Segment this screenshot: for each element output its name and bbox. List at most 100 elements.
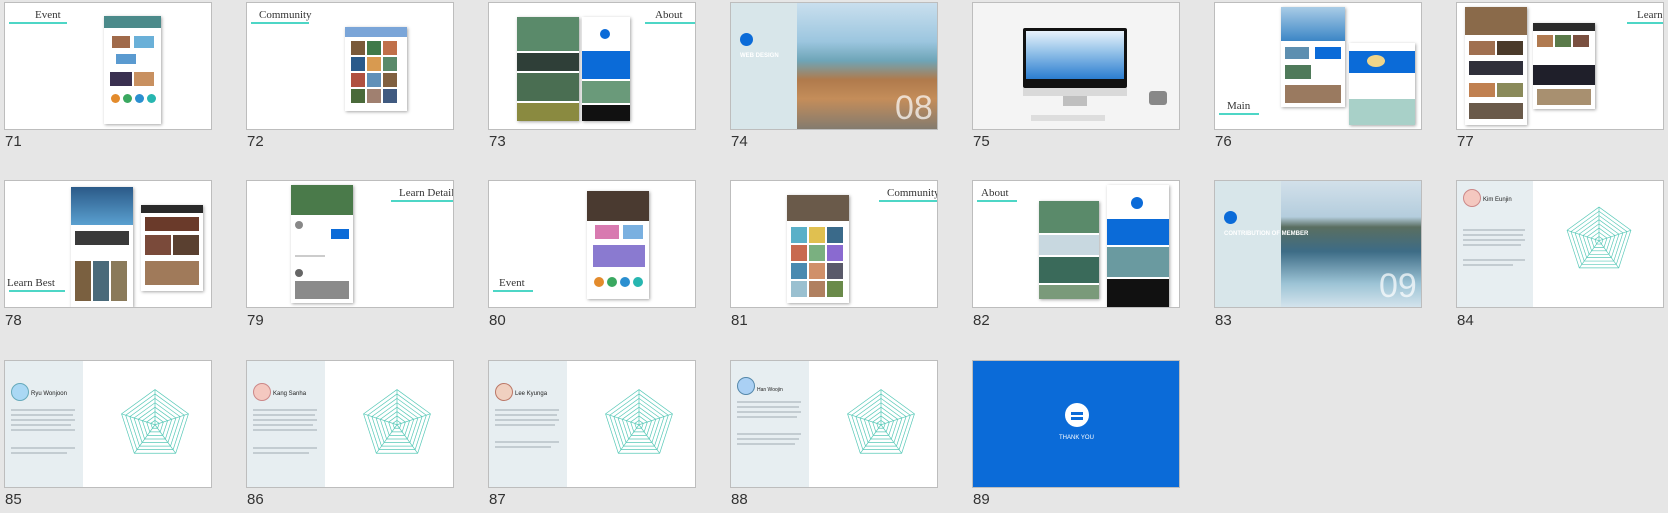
bio-line [253,409,317,411]
slide-85-thumbnail[interactable]: Ryu Wonjoon [4,360,212,488]
webpage-mockup-left [1281,7,1345,107]
bio-line [1463,234,1523,236]
slide-number: 86 [247,491,264,508]
slide-88-thumbnail[interactable]: Han Woojin [730,360,938,488]
bio-line [495,446,551,448]
slide-78-thumbnail[interactable]: Learn Best [4,180,212,308]
bio-line [737,406,799,408]
bio-line [253,429,317,431]
monitor-stand [1063,96,1087,106]
slide-81-thumbnail[interactable]: Community [730,180,938,308]
avatar [1463,189,1481,207]
monitor-chin [1023,88,1127,96]
webpage-mockup [104,16,161,124]
bio-line [11,414,73,416]
slide-73-thumbnail[interactable]: About [488,2,696,130]
section-title: WEB DESIGN [740,53,779,59]
title-underline [879,200,937,202]
slide-number: 82 [973,312,990,329]
bio-line [737,401,801,403]
bio-line [11,424,71,426]
slide-number: 73 [489,133,506,150]
avatar [253,383,271,401]
slide-80-thumbnail[interactable]: Event [488,180,696,308]
title-underline [977,200,1017,202]
bio-line [253,447,317,449]
section-number: 09 [1379,267,1417,305]
monitor-screen [1023,28,1127,88]
slide-number: 83 [1215,312,1232,329]
slide-number: 84 [1457,312,1474,329]
bio-line [495,419,559,421]
radar-chart-icon [121,389,189,454]
radar-chart-icon [605,389,673,454]
slide-number: 79 [247,312,264,329]
webpage-mockup [787,195,849,303]
slide-83-thumbnail[interactable]: CONTRIBUTION OF MEMBER 09 [1214,180,1422,308]
section-sidebar [731,3,797,129]
bio-line [1463,239,1525,241]
slide-title: About [655,9,683,21]
slide-76-thumbnail[interactable]: Main [1214,2,1422,130]
webpage-mockup-left [71,187,133,307]
bio-line [253,452,309,454]
slide-87-thumbnail[interactable]: Lee Kyunga [488,360,696,488]
slide-79-thumbnail[interactable]: Learn Detail [246,180,454,308]
member-name: Kim Eunjin [1483,197,1512,203]
slide-number: 72 [247,133,264,150]
slide-title: Learn Best [7,277,55,289]
slide-number: 81 [731,312,748,329]
slide-number: 74 [731,133,748,150]
title-underline [391,200,453,202]
webpage-mockup-left [1465,7,1527,125]
keyboard [1031,115,1105,121]
webpage-mockup-left [1039,201,1099,299]
plant-pot [1149,91,1167,105]
slide-74-thumbnail[interactable]: WEB DESIGN 08 [730,2,938,130]
slide-89-thumbnail[interactable]: THANK YOU [972,360,1180,488]
slide-number: 80 [489,312,506,329]
member-name: Kang Sanha [273,391,307,397]
webpage-mockup-right [582,17,630,121]
slide-title: Community [887,187,938,199]
title-underline [1627,22,1663,24]
bio-line [495,441,559,443]
radar-chart-icon [363,389,431,454]
bio-line [11,409,75,411]
slide-84-thumbnail[interactable]: Kim Eunjin [1456,180,1664,308]
slide-title: Event [35,9,61,21]
slide-title: About [981,187,1009,199]
title-underline [493,290,533,292]
member-name: Lee Kyunga [515,391,548,397]
title-underline [9,22,67,24]
webpage-mockup-right [1533,23,1595,109]
bio-line [737,438,799,440]
slide-77-thumbnail[interactable]: Learn [1456,2,1664,130]
slide-82-thumbnail[interactable]: About [972,180,1180,308]
title-underline [645,22,695,24]
member-name: Ryu Wonjoon [31,391,67,397]
bio-line [737,433,801,435]
webpage-mockup-right [1107,185,1169,307]
slide-title: Event [499,277,525,289]
slide-75-thumbnail[interactable] [972,2,1180,130]
slide-number: 76 [1215,133,1232,150]
slide-number: 78 [5,312,22,329]
avatar [737,377,755,395]
slide-71-thumbnail[interactable]: Event [4,2,212,130]
bio-line [11,447,75,449]
webpage-mockup-right [141,205,203,291]
slide-number: 71 [5,133,22,150]
slide-title: Learn Detail [399,187,454,199]
bio-line [253,419,317,421]
bio-line [737,416,797,418]
bio-line [737,411,801,413]
bio-line [11,419,75,421]
webpage-mockup [291,185,353,303]
section-title: CONTRIBUTION OF MEMBER [1224,231,1309,237]
radar-chart-icon [847,389,915,454]
slide-86-thumbnail[interactable]: Kang Sanha [246,360,454,488]
slide-72-thumbnail[interactable]: Community [246,2,454,130]
webpage-mockup-right [1349,43,1415,125]
title-underline [9,290,65,292]
